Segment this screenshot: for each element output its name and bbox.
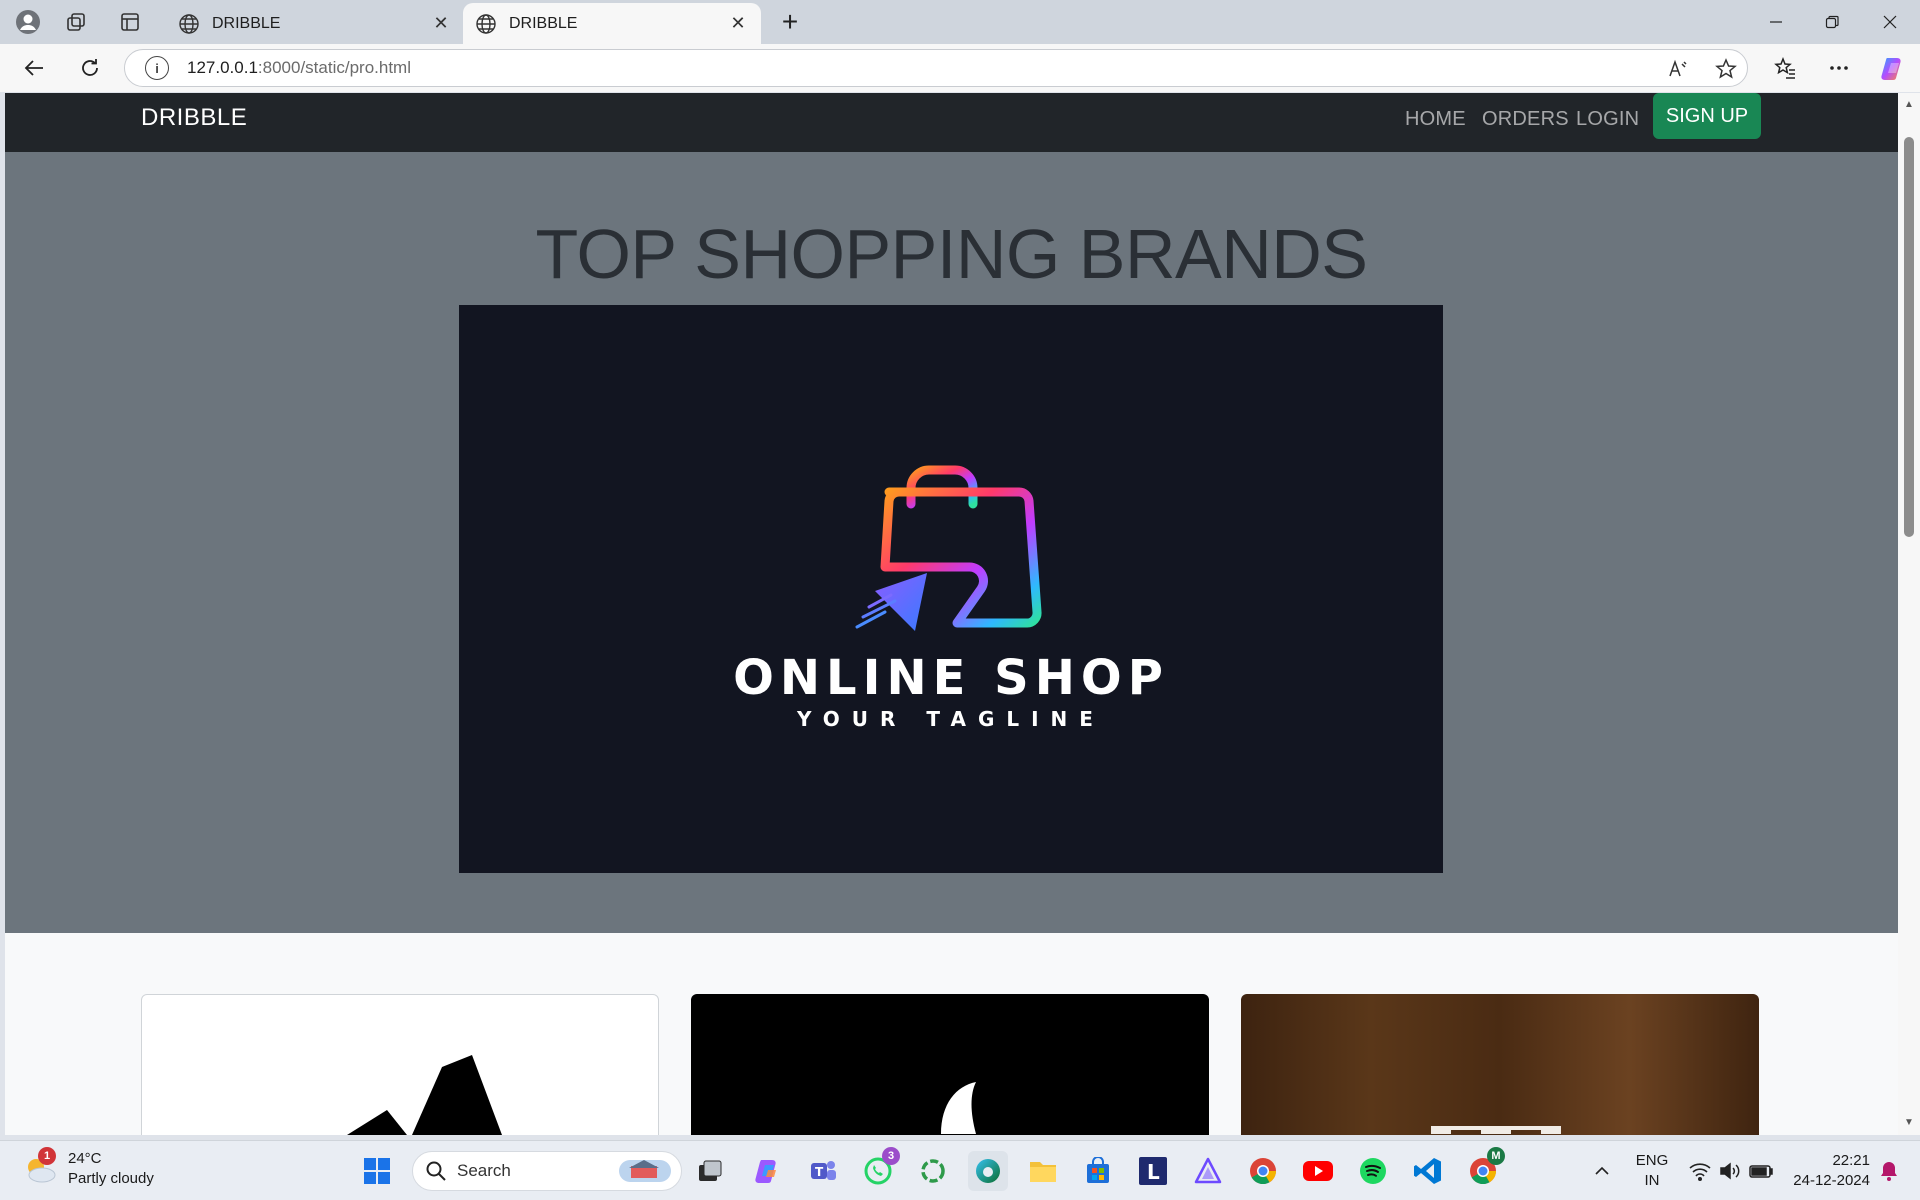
refresh-button[interactable] [72, 52, 108, 84]
task-view-icon[interactable] [690, 1151, 730, 1191]
close-window-button[interactable] [1862, 0, 1918, 44]
page-viewport: DRIBBLE HOME ORDERS LOGIN SIGN UP TOP SH… [5, 93, 1898, 1135]
site-navbar: DRIBBLE HOME ORDERS LOGIN SIGN UP [5, 93, 1898, 152]
battery-icon [1749, 1165, 1773, 1178]
browser-tab-bar: DRIBBLE ✕ DRIBBLE ✕ + [0, 0, 1920, 44]
windows-start-icon[interactable] [357, 1151, 397, 1191]
tab-title: DRIBBLE [509, 14, 578, 32]
globe-icon [476, 13, 496, 34]
more-menu-icon[interactable] [1822, 52, 1856, 84]
back-button[interactable] [16, 52, 52, 84]
weather-widget[interactable]: 1 24°C Partly cloudy [22, 1147, 154, 1189]
online-shop-banner-image: ONLINE SHOP YOUR TAGLINE [459, 305, 1443, 873]
notification-bell-icon[interactable] [1874, 1151, 1904, 1191]
site-info-icon[interactable]: i [145, 56, 169, 80]
minimize-button[interactable] [1748, 0, 1804, 44]
region-text: IN [1644, 1172, 1660, 1189]
clock-date: 24-12-2024 [1793, 1172, 1870, 1189]
hero-title: TOP SHOPPING BRANDS [535, 215, 1368, 293]
favorite-star-icon[interactable] [1711, 54, 1741, 84]
weather-temp: 24°C [68, 1150, 102, 1167]
shopping-bag-logo-icon [855, 465, 1042, 631]
windows-taskbar: 1 24°C Partly cloudy Search T 3 L M ENG … [0, 1140, 1920, 1200]
hero-section: TOP SHOPPING BRANDS ONLINE SHOP YOUR TAG… [5, 152, 1898, 933]
nav-home-link[interactable]: HOME [1405, 108, 1466, 131]
spotify-icon[interactable] [1353, 1151, 1393, 1191]
tab-title: DRIBBLE [212, 14, 281, 32]
volume-icon [1720, 1162, 1740, 1180]
search-highlight-icon [619, 1160, 671, 1182]
url-field[interactable]: i 127.0.0.1:8000/static/pro.html [124, 49, 1748, 87]
workspaces-icon[interactable] [60, 6, 92, 38]
brand-card-wood[interactable] [1241, 994, 1759, 1135]
chrome-icon[interactable] [1243, 1151, 1283, 1191]
adidas-logo-icon [347, 1055, 502, 1135]
svg-text:T: T [815, 1165, 824, 1179]
system-tray[interactable] [1676, 1151, 1786, 1191]
shop-tagline-text: YOUR TAGLINE [797, 707, 1105, 731]
page-scrollbar[interactable]: ▲ ▼ [1898, 93, 1920, 1135]
url-text: 127.0.0.1:8000/static/pro.html [187, 58, 411, 77]
tab-actions-icon[interactable] [114, 6, 146, 38]
search-icon [426, 1161, 446, 1181]
brand-card-adidas[interactable] [141, 994, 659, 1135]
svg-text:L: L [1147, 1160, 1160, 1184]
edge-icon[interactable] [968, 1151, 1008, 1191]
teams-icon[interactable]: T [803, 1151, 843, 1191]
partly-cloudy-icon: 1 [22, 1147, 58, 1185]
shop-name-text: ONLINE SHOP [733, 650, 1169, 706]
brand-link[interactable]: DRIBBLE [141, 104, 247, 132]
apple-logo-icon [941, 1082, 976, 1134]
chrome-profile-badge: M [1487, 1147, 1505, 1165]
scroll-down-icon[interactable]: ▼ [1903, 1117, 1915, 1129]
address-bar-row: i 127.0.0.1:8000/static/pro.html [0, 44, 1920, 92]
proton-vpn-icon[interactable] [1188, 1151, 1228, 1191]
brand-emblem-icon [1431, 1126, 1561, 1134]
weather-alert-badge: 1 [38, 1147, 56, 1165]
weather-condition: Partly cloudy [68, 1170, 154, 1187]
whatsapp-icon[interactable]: 3 [858, 1147, 900, 1191]
chevron-up-icon[interactable] [1582, 1151, 1622, 1191]
taskbar-search-input[interactable]: Search [412, 1151, 682, 1191]
lang-text: ENG [1635, 1152, 1669, 1169]
globe-icon [179, 13, 199, 34]
store-icon[interactable] [1078, 1151, 1118, 1191]
restore-button[interactable] [1804, 0, 1860, 44]
whatsapp-badge: 3 [882, 1147, 900, 1165]
tab-dribble-2[interactable]: DRIBBLE ✕ [463, 3, 761, 44]
refresh-app-icon[interactable] [913, 1151, 953, 1191]
copilot-taskbar-icon[interactable] [748, 1151, 788, 1191]
close-icon[interactable]: ✕ [430, 13, 452, 35]
clock[interactable]: 22:21 24-12-2024 [1784, 1151, 1870, 1191]
nav-login-link[interactable]: LOGIN [1576, 108, 1639, 131]
copilot-icon[interactable] [1876, 52, 1910, 84]
brand-card-apple[interactable] [691, 994, 1209, 1135]
nav-orders-link[interactable]: ORDERS [1482, 108, 1569, 131]
scroll-up-icon[interactable]: ▲ [1903, 99, 1915, 111]
close-icon[interactable]: ✕ [727, 13, 749, 35]
language-indicator[interactable]: ENG IN [1630, 1151, 1674, 1191]
search-label: Search [457, 1161, 511, 1180]
tab-dribble-1[interactable]: DRIBBLE ✕ [166, 3, 464, 44]
l-app-icon[interactable]: L [1133, 1151, 1173, 1191]
read-aloud-icon[interactable] [1663, 54, 1693, 84]
chrome-profile-icon[interactable]: M [1463, 1147, 1505, 1191]
file-explorer-icon[interactable] [1023, 1151, 1063, 1191]
youtube-icon[interactable] [1298, 1151, 1338, 1191]
scroll-thumb[interactable] [1904, 137, 1914, 537]
new-tab-button[interactable]: + [774, 6, 806, 38]
clock-time: 22:21 [1832, 1152, 1870, 1169]
wifi-icon [1689, 1163, 1711, 1181]
vscode-icon[interactable] [1408, 1151, 1448, 1191]
signup-button[interactable]: SIGN UP [1653, 93, 1761, 139]
favorites-icon[interactable] [1768, 52, 1802, 84]
profile-icon[interactable] [12, 6, 44, 38]
